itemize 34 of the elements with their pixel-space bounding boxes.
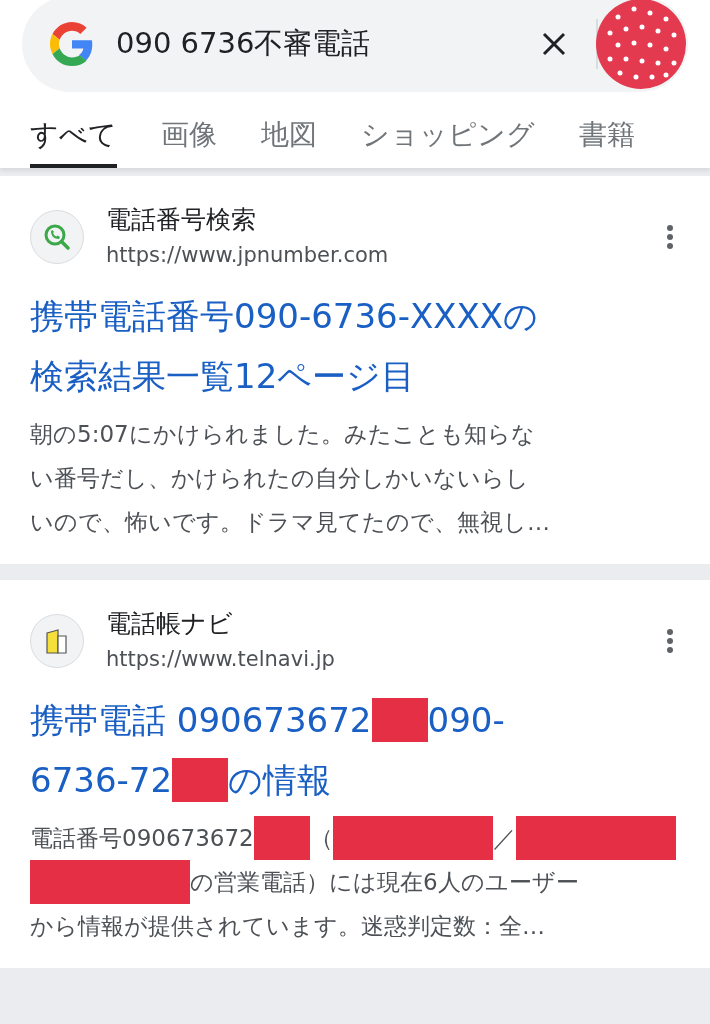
close-icon[interactable] — [542, 32, 566, 56]
result-snippet: から情報が提供されています。迷惑判定数：全… — [30, 911, 545, 941]
phone-search-icon — [43, 223, 71, 251]
result-title-link[interactable]: 検索結果一覧12ページ目 — [30, 350, 416, 402]
result-snippet: いので、怖いです。ドラマ見てたので、無視し… — [30, 507, 550, 537]
site-url: https://www.jpnumber.com — [106, 242, 390, 269]
result-snippet: の営業電話）には現在6人のユーザー — [190, 867, 579, 897]
result-title-link[interactable]: 6736-72 — [30, 754, 173, 806]
redaction-mark — [371, 698, 428, 742]
more-options-icon[interactable] — [666, 224, 674, 250]
result-snippet: 電話番号090673672 — [30, 823, 254, 853]
result-snippet: 朝の5:07にかけられました。みたことも知らな — [30, 419, 535, 449]
google-logo-icon — [50, 22, 94, 66]
result-title-link[interactable]: 携帯電話番号090-6736-XXXXの — [30, 290, 539, 342]
search-query[interactable]: 090 6736不審電話 — [116, 22, 542, 66]
tab[interactable]: ショッピング — [361, 114, 535, 168]
result-snippet: ／ — [492, 823, 516, 853]
redaction-mark — [253, 816, 310, 860]
result-title-link[interactable]: の情報 — [228, 754, 332, 806]
search-bar[interactable]: 090 6736不審電話 — [22, 0, 688, 92]
result-snippet: い番号だし、かけられたの自分しかいないらし — [30, 463, 529, 493]
result-title-link[interactable]: 090- — [427, 694, 505, 746]
result-snippet: （ — [309, 823, 333, 853]
tab[interactable]: 書籍 — [579, 114, 635, 168]
result-title-link[interactable]: 携帯電話 090673672 — [30, 694, 372, 746]
site-url: https://www.telnavi.jp — [106, 646, 336, 673]
redaction-mark — [172, 758, 229, 802]
tab[interactable]: 画像 — [161, 114, 217, 168]
site-name: 電話番号検索 — [106, 204, 257, 236]
site-name: 電話帳ナビ — [106, 608, 234, 640]
building-icon — [44, 627, 70, 655]
avatar-icon[interactable] — [596, 0, 686, 89]
more-options-icon[interactable] — [666, 628, 674, 654]
tab[interactable]: 地図 — [261, 114, 317, 168]
